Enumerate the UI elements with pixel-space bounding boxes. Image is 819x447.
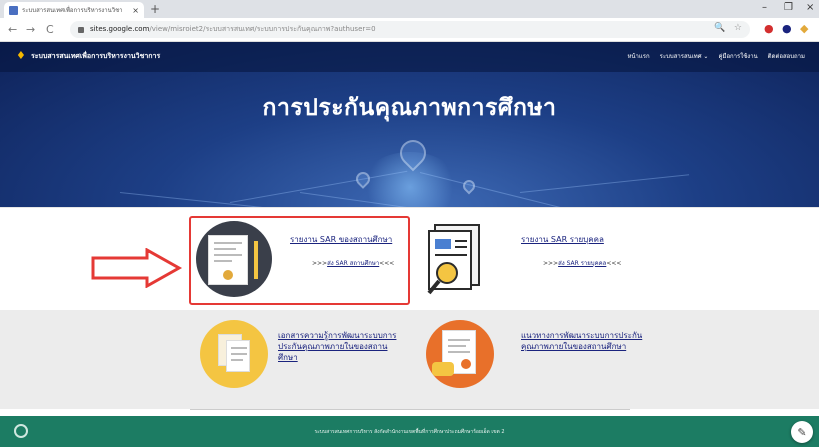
nav-item-contact[interactable]: ติดต่อสอบถาม	[768, 51, 805, 61]
omnibox-actions: 🔍 ☆	[714, 23, 742, 33]
forward-icon[interactable]: →	[26, 23, 35, 36]
new-tab-button[interactable]: +	[150, 2, 160, 16]
url-host: sites.google.com	[90, 25, 150, 33]
tab-title: ระบบสารสนเทศเพื่อการบริหารงานวิชา	[22, 7, 123, 14]
opera-extension-icon[interactable]: ●	[764, 22, 774, 35]
map-pin-icon	[460, 177, 478, 195]
url-path: /view/misroiet2/ระบบสารสนเทศ/ระบบการประก…	[149, 25, 376, 33]
top-navigation: หน้าแรก ระบบสารสนเทศ ⌄ คู่มือการใช้งาน ต…	[627, 51, 805, 61]
docs-link[interactable]: เอกสารความรู้การพัฒนาระบบการประกันคุณภาพ…	[278, 330, 403, 363]
bookmark-star-icon[interactable]: ☆	[734, 23, 742, 33]
address-bar: ← → C sites.google.com/view/misroiet2/ระ…	[0, 18, 819, 42]
section-divider	[0, 207, 819, 208]
guideline-icon	[426, 320, 494, 388]
sar-person-sub-suffix: <<<	[606, 260, 622, 267]
back-icon[interactable]: ←	[8, 23, 17, 36]
red-arrow-icon	[91, 248, 183, 288]
url-text: sites.google.com/view/misroiet2/ระบบสารส…	[90, 24, 376, 35]
extension-icon[interactable]: ●	[782, 22, 792, 35]
sar-person-sub-prefix: >>>	[543, 260, 559, 267]
sar-school-sub-suffix: <<<	[379, 260, 395, 267]
reload-icon[interactable]: C	[46, 23, 54, 36]
section-divider	[190, 409, 630, 410]
lock-icon	[78, 26, 84, 33]
sar-school-sub-prefix: >>>	[312, 260, 328, 267]
edit-icon[interactable]: ✎	[791, 421, 813, 443]
close-window-icon[interactable]: ×	[806, 2, 814, 13]
url-input[interactable]: sites.google.com/view/misroiet2/ระบบสารส…	[70, 21, 750, 38]
guide-link[interactable]: แนวทางการพัฒนาระบบการประกันคุณภาพภายในขอ…	[521, 330, 651, 352]
site-header-banner: ♦ ระบบสารสนเทศเพื่อการบริหารงานวิชาการ ห…	[0, 42, 819, 207]
browser-tab[interactable]: ระบบสารสนเทศเพื่อการบริหารงานวิชา ×	[4, 2, 144, 18]
site-name[interactable]: ระบบสารสนเทศเพื่อการบริหารงานวิชาการ	[31, 51, 160, 62]
browser-tab-bar: ระบบสารสนเทศเพื่อการบริหารงานวิชา × + – …	[0, 0, 819, 18]
minimize-icon[interactable]: –	[762, 2, 767, 13]
document-search-icon	[427, 224, 480, 295]
site-favicon-icon	[9, 5, 18, 15]
sar-person-submit-link[interactable]: ส่ง SAR รายบุคคล	[558, 260, 606, 267]
sar-report-icon	[196, 221, 272, 297]
nav-item-manual[interactable]: คู่มือการใช้งาน	[718, 51, 757, 61]
site-footer: ระบบสารสนเทศการบริหาร สังกัดสำนักงานเขตพ…	[0, 416, 819, 447]
sar-school-submit-link[interactable]: ส่ง SAR สถานศึกษา	[327, 260, 379, 267]
nav-item-home[interactable]: หน้าแรก	[627, 51, 649, 61]
footer-text: ระบบสารสนเทศการบริหาร สังกัดสำนักงานเขตพ…	[314, 429, 505, 435]
nav-item-info-system[interactable]: ระบบสารสนเทศ ⌄	[660, 51, 709, 61]
resources-section	[0, 310, 819, 409]
page-title: การประกันคุณภาพการศึกษา	[262, 95, 557, 121]
site-logo-icon: ♦	[16, 49, 26, 62]
sar-school-submit: >>>ส่ง SAR สถานศึกษา<<<	[312, 258, 394, 268]
documents-icon	[200, 320, 268, 388]
sar-person-submit: >>>ส่ง SAR รายบุคคล<<<	[543, 258, 621, 268]
zoom-icon[interactable]: 🔍	[714, 23, 725, 33]
tab-close-icon[interactable]: ×	[132, 6, 139, 15]
profile-extension-icon[interactable]: ◆	[800, 22, 808, 35]
sar-person-link[interactable]: รายงาน SAR รายบุคคล	[521, 234, 604, 245]
sar-school-link[interactable]: รายงาน SAR ของสถานศึกษา	[290, 234, 392, 245]
maximize-icon[interactable]: ❐	[784, 2, 793, 13]
